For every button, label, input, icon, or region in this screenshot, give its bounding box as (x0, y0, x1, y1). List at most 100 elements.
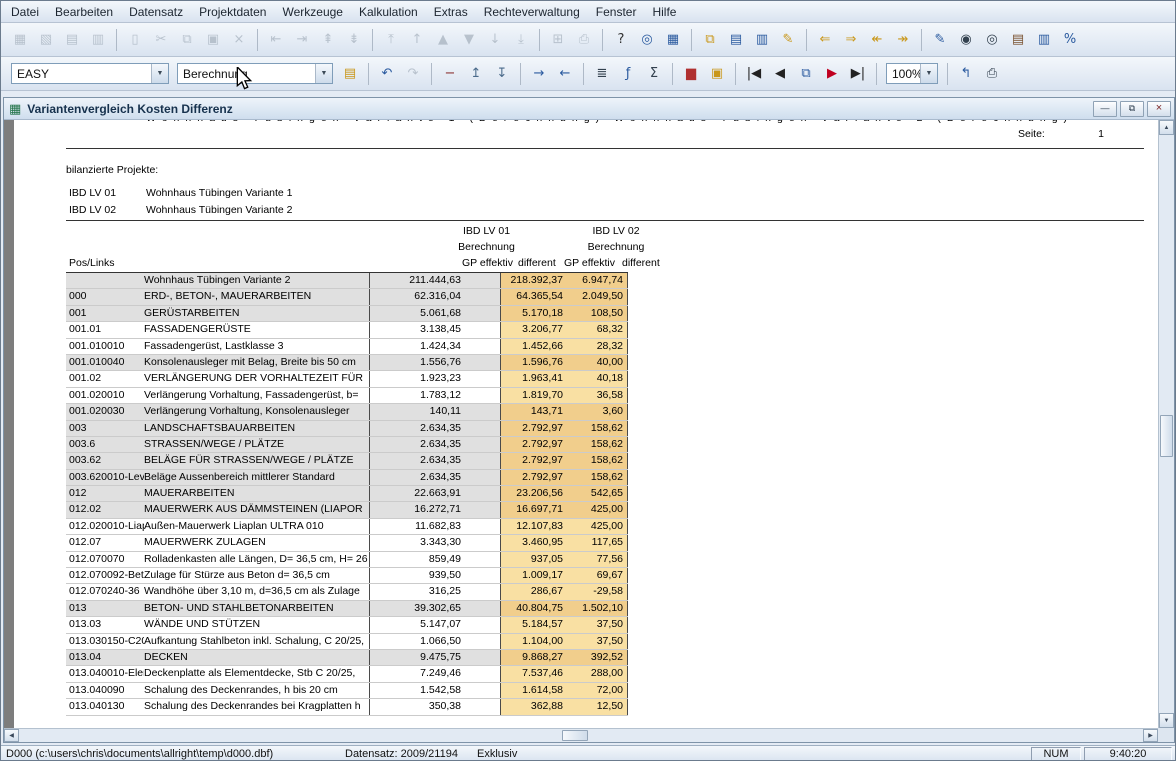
insert-above-icon[interactable]: ↥ (464, 62, 488, 85)
horizontal-scroll-thumb[interactable] (562, 730, 588, 741)
menu-item-datensatz[interactable]: Datensatz (121, 3, 191, 21)
library-icon[interactable]: ▤ (1006, 28, 1030, 51)
doc-list-icon[interactable]: ▥ (750, 28, 774, 51)
doc-open-icon[interactable]: ▤ (724, 28, 748, 51)
row-description: Schalung des Deckenrandes bei Kragplatte… (144, 699, 369, 714)
cube-icon[interactable]: ▣ (705, 62, 729, 85)
row-different-lv01 (464, 371, 500, 386)
toolbar-separator (520, 63, 521, 85)
menu-item-hilfe[interactable]: Hilfe (644, 3, 684, 21)
vertical-scrollbar[interactable]: ▲ ▼ (1158, 120, 1174, 728)
help-icon[interactable]: ? (609, 28, 633, 51)
row-pos: 001 (66, 306, 144, 321)
row-different-lv02: 37,50 (566, 617, 628, 632)
percent-icon[interactable]: % (1058, 28, 1082, 51)
undo-icon[interactable]: ↶ (375, 62, 399, 85)
scroll-down-icon[interactable]: ▼ (1159, 713, 1174, 728)
row-different-lv02: 69,67 (566, 568, 628, 583)
doc-edit-icon[interactable]: ✎ (776, 28, 800, 51)
row-different-lv01 (464, 552, 500, 567)
table-row: 003.620010-Level2-n.n.Beläge Aussenberei… (66, 470, 628, 486)
zoom-icon[interactable]: ◎ (635, 28, 659, 51)
open-folder-icon[interactable]: ▤ (338, 62, 362, 85)
pos-links-header: Pos/Links (69, 257, 115, 270)
row-gp-effektiv-lv02: 9.868,27 (500, 650, 566, 665)
chart-icon[interactable]: ▆ (679, 62, 703, 85)
row-gp-effektiv-lv02: 286,67 (500, 584, 566, 599)
close-preview-icon[interactable]: ↰ (954, 62, 978, 85)
search-next-icon[interactable]: ◎ (980, 28, 1004, 51)
edit-record-icon[interactable]: ✎ (928, 28, 952, 51)
scroll-right-icon[interactable]: ▶ (1143, 729, 1158, 742)
easy-combobox[interactable]: EASY▼ (11, 63, 169, 84)
last-page-icon[interactable]: ▶| (846, 62, 870, 85)
menu-item-bearbeiten[interactable]: Bearbeiten (47, 3, 121, 21)
table-row: 012MAUERARBEITEN22.663,9123.206,56542,65 (66, 486, 628, 502)
column-group-lv02: IBD LV 02 (552, 225, 680, 238)
vertical-scroll-thumb[interactable] (1160, 415, 1173, 457)
menu-item-kalkulation[interactable]: Kalkulation (351, 3, 426, 21)
menu-item-extras[interactable]: Extras (426, 3, 476, 21)
table-row: 013BETON- UND STAHLBETONARBEITEN39.302,6… (66, 601, 628, 617)
row-description: VERLÄNGERUNG DER VORHALTEZEIT FÜR (144, 371, 369, 386)
chevron-down-icon[interactable]: ▼ (151, 64, 168, 83)
row-different-lv02: 288,00 (566, 666, 628, 681)
chevron-down-icon[interactable]: ▼ (315, 64, 332, 83)
print-report-icon[interactable]: ⎙ (980, 62, 1004, 85)
menu-item-datei[interactable]: Datei (3, 3, 47, 21)
scroll-up-icon[interactable]: ▲ (1159, 120, 1174, 135)
row-different-lv02: 40,18 (566, 371, 628, 386)
row-gp-effektiv-lv02: 16.697,71 (500, 502, 566, 517)
prev-page-icon[interactable]: ◀ (768, 62, 792, 85)
catalog-icon[interactable]: ▥ (1032, 28, 1056, 51)
chevron-down-icon[interactable]: ▼ (920, 64, 937, 83)
transfer-all-right-icon[interactable]: ↠ (891, 28, 915, 51)
assign-left-icon[interactable]: ← (553, 62, 577, 85)
formula-icon[interactable]: ƒ (616, 62, 640, 85)
list-icon[interactable]: ≣ (590, 62, 614, 85)
row-pos: 012.020010-Liaplan_Ultra (66, 519, 144, 534)
close-button[interactable]: × (1147, 101, 1171, 117)
row-gp-effektiv-lv02: 3.460,95 (500, 535, 566, 550)
doc-forward-icon[interactable]: ⧉ (698, 28, 722, 51)
row-pos: 012.070092-Beton-36 (66, 568, 144, 583)
minimize-button[interactable]: — (1093, 101, 1117, 117)
transfer-all-left-icon[interactable]: ↞ (865, 28, 889, 51)
zoom-combobox[interactable]: 100%▼ (886, 63, 938, 84)
menu-item-rechteverwaltung[interactable]: Rechteverwaltung (476, 3, 588, 21)
insert-below-icon[interactable]: ↧ (490, 62, 514, 85)
row-different-lv02: -29,58 (566, 584, 628, 599)
table-row: 012.020010-Liaplan_UltraAußen-Mauerwerk … (66, 519, 628, 535)
assign-right-icon[interactable]: → (527, 62, 551, 85)
table-view-icon[interactable]: ▦ (661, 28, 685, 51)
row-different-lv02: 3,60 (566, 404, 628, 419)
menu-item-projektdaten[interactable]: Projektdaten (191, 3, 274, 21)
row-pos: 013.040130 (66, 699, 144, 714)
restore-button[interactable]: ⧉ (1120, 101, 1144, 117)
row-gp-effektiv-lv01: 1.783,12 (369, 388, 464, 403)
first-page-icon[interactable]: |◀ (742, 62, 766, 85)
row-pos: 003.620010-Level2-n.n. (66, 470, 144, 485)
scroll-left-icon[interactable]: ◀ (4, 729, 19, 742)
row-pos: 001.010010 (66, 339, 144, 354)
next-page-icon[interactable]: ▶ (820, 62, 844, 85)
sum-icon[interactable]: Σ (642, 62, 666, 85)
clipped-report-header: Wohnhaus Tübingen Variante 1 (Berechnung… (146, 120, 1073, 124)
transfer-right-icon[interactable]: ⇒ (839, 28, 863, 51)
horizontal-scrollbar[interactable]: ◀ ▶ (4, 728, 1158, 742)
remove-position-icon[interactable]: − (438, 62, 462, 85)
berechnung-combobox[interactable]: Berechnung▼ (177, 63, 333, 84)
row-different-lv01 (464, 634, 500, 649)
row-gp-effektiv-lv02: 1.963,41 (500, 371, 566, 386)
menu-item-fenster[interactable]: Fenster (588, 3, 645, 21)
copy-pages-icon[interactable]: ⧉ (794, 62, 818, 85)
transfer-left-icon[interactable]: ⇐ (813, 28, 837, 51)
menu-item-werkzeuge[interactable]: Werkzeuge (274, 3, 350, 21)
search-icon[interactable]: ◉ (954, 28, 978, 51)
row-description: BETON- UND STAHLBETONARBEITEN (144, 601, 369, 616)
row-gp-effektiv-lv01: 2.634,35 (369, 453, 464, 468)
row-gp-effektiv-lv01: 5.061,68 (369, 306, 464, 321)
calculate-icon: ⊞ (546, 28, 570, 51)
row-different-lv01 (464, 273, 500, 288)
toolbar-separator (735, 63, 736, 85)
